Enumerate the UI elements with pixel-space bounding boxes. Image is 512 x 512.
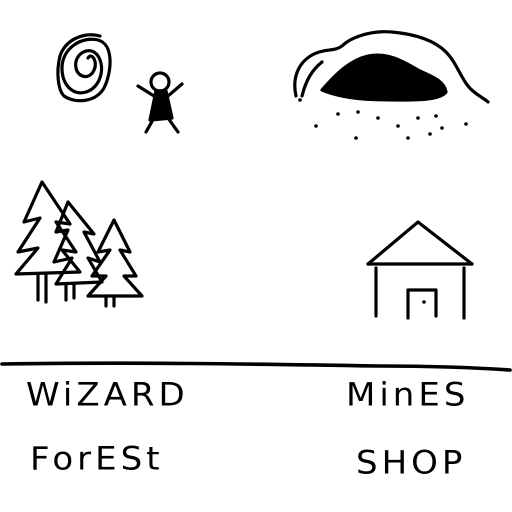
ground-line <box>0 361 512 372</box>
menu-option-mines[interactable]: MinES <box>346 379 469 411</box>
cave-dots <box>298 98 468 140</box>
game-scene <box>0 30 512 372</box>
menu-option-shop[interactable]: SHOP <box>356 447 466 479</box>
stick-figure-icon[interactable] <box>136 71 184 134</box>
cave-icon[interactable] <box>293 30 490 140</box>
pine-trees-icon[interactable] <box>14 180 144 308</box>
menu-option-forest[interactable]: ForESt <box>30 443 164 475</box>
menu-option-wizard[interactable]: WiZARD <box>26 379 189 411</box>
spiral-portal-icon[interactable] <box>56 33 112 103</box>
house-icon[interactable] <box>366 220 474 320</box>
